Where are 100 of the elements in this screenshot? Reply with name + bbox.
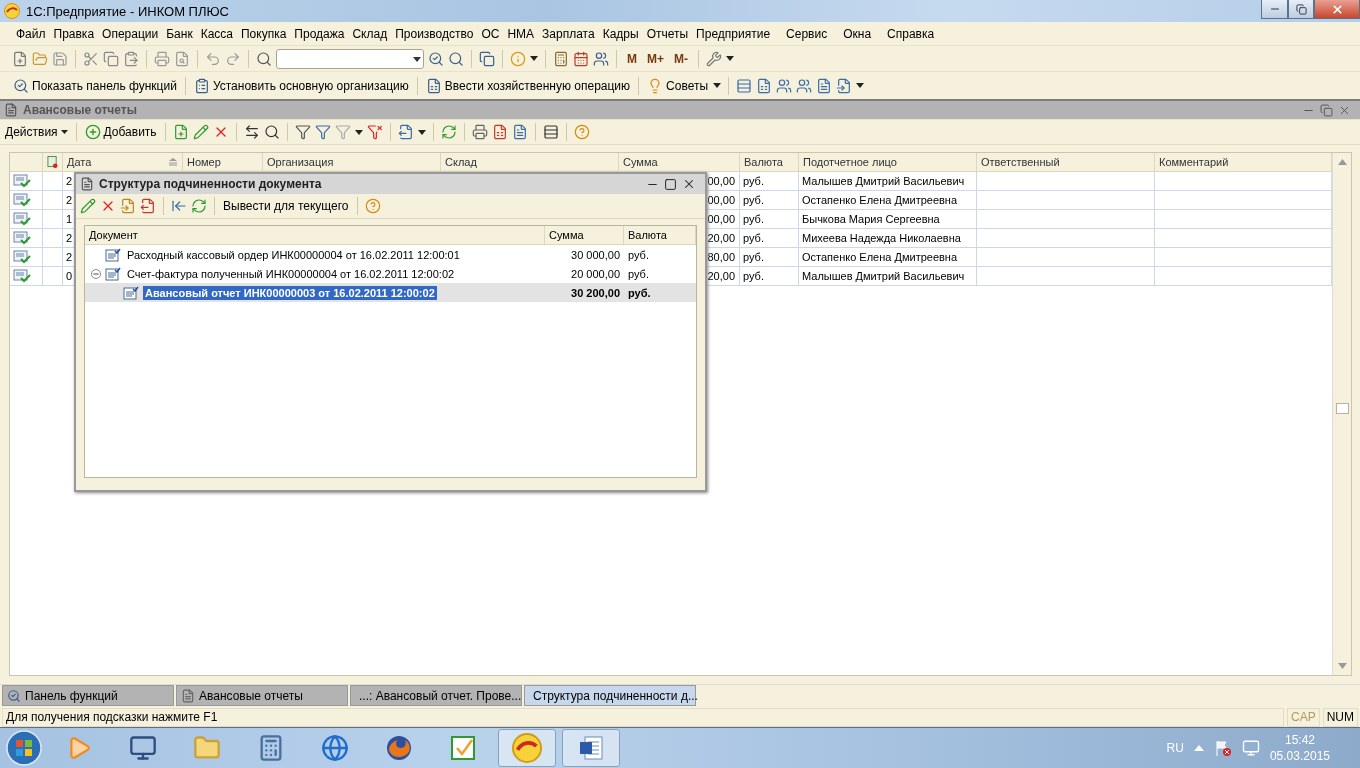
taskbar-app[interactable] bbox=[562, 729, 620, 767]
search-field[interactable] bbox=[276, 48, 424, 69]
search-icon[interactable] bbox=[256, 50, 272, 67]
close-icon[interactable] bbox=[682, 177, 696, 191]
scroll-up-icon[interactable] bbox=[1337, 159, 1347, 165]
menu-item[interactable]: Производство bbox=[395, 26, 474, 41]
filter-active-icon[interactable] bbox=[314, 124, 331, 140]
menu-item[interactable]: Правка bbox=[53, 26, 95, 41]
print-icon[interactable] bbox=[154, 50, 170, 67]
undo-icon[interactable] bbox=[205, 50, 221, 67]
help-icon[interactable] bbox=[573, 124, 590, 140]
help-icon[interactable] bbox=[364, 198, 381, 214]
window-tab[interactable]: Структура подчиненности д... bbox=[524, 685, 696, 706]
panel-icon[interactable] bbox=[13, 77, 29, 94]
restore-button[interactable] bbox=[1288, 0, 1314, 19]
user-list-icon[interactable] bbox=[796, 77, 813, 94]
add-button[interactable]: Добавить bbox=[83, 123, 158, 141]
refresh-icon[interactable] bbox=[191, 198, 207, 214]
find-icon[interactable] bbox=[263, 124, 280, 140]
calendar-icon[interactable] bbox=[573, 50, 589, 67]
collapse-icon[interactable] bbox=[91, 268, 101, 279]
text-report-icon[interactable] bbox=[816, 77, 833, 94]
menu-item[interactable]: Справка bbox=[887, 26, 935, 41]
column-header[interactable]: Сумма bbox=[619, 153, 740, 172]
post-icon[interactable] bbox=[120, 198, 136, 214]
menu-item[interactable]: Операции bbox=[102, 26, 159, 41]
refresh-icon[interactable] bbox=[440, 124, 457, 140]
menu-item[interactable]: Сервис bbox=[786, 26, 828, 41]
toolbar-button[interactable]: Показать панель функций bbox=[12, 76, 178, 95]
scrollbar[interactable] bbox=[1332, 153, 1351, 675]
pencil-icon[interactable] bbox=[80, 198, 96, 214]
scroll-down-icon[interactable] bbox=[1337, 663, 1347, 669]
menu-item[interactable]: ОС bbox=[481, 26, 500, 41]
copy-icon[interactable] bbox=[103, 50, 119, 67]
toolbar-button[interactable]: Установить основную организацию bbox=[192, 76, 410, 95]
column-header[interactable]: Дата bbox=[63, 153, 183, 172]
column-header[interactable]: Подотчетное лицо bbox=[799, 153, 977, 172]
preview-icon[interactable] bbox=[174, 50, 190, 67]
menu-item[interactable]: Кадры bbox=[602, 26, 639, 41]
column-header[interactable]: Валюта bbox=[624, 226, 696, 245]
cut-icon[interactable] bbox=[83, 50, 99, 67]
window-tab[interactable]: Панель функций bbox=[2, 685, 174, 706]
windows-icon[interactable] bbox=[479, 50, 495, 67]
toolbar-button[interactable]: Советы bbox=[646, 76, 710, 95]
taskbar-app[interactable] bbox=[498, 729, 556, 767]
menu-item[interactable]: Продажа bbox=[294, 26, 345, 41]
flag-error-icon[interactable] bbox=[1213, 739, 1232, 757]
list-icon[interactable] bbox=[511, 124, 528, 140]
toolbar-button[interactable]: Ввести хозяйственную операцию bbox=[424, 76, 632, 95]
ledger-icon[interactable] bbox=[491, 124, 508, 140]
column-header[interactable]: Валюта bbox=[740, 153, 799, 172]
show-hidden-icons-icon[interactable] bbox=[1193, 745, 1204, 751]
memory-button[interactable]: M- bbox=[671, 51, 691, 66]
column-header[interactable]: Организация bbox=[263, 153, 441, 172]
unpost-icon[interactable] bbox=[140, 198, 156, 214]
memory-button[interactable]: M+ bbox=[644, 51, 667, 66]
caret-icon[interactable] bbox=[726, 56, 734, 61]
users-icon[interactable] bbox=[593, 50, 609, 67]
user-report-icon[interactable] bbox=[776, 77, 793, 94]
import-icon[interactable] bbox=[836, 77, 853, 94]
actions-menu[interactable]: Действия bbox=[4, 124, 69, 140]
menu-item[interactable]: Предприятие bbox=[696, 26, 771, 41]
menu-item[interactable]: Зарплата bbox=[542, 26, 595, 41]
wrench-icon[interactable] bbox=[706, 50, 722, 67]
pencil-icon[interactable] bbox=[192, 124, 209, 140]
arrow-left-icon[interactable] bbox=[171, 198, 187, 214]
caret-icon[interactable] bbox=[530, 56, 538, 61]
column-header[interactable]: Комментарий bbox=[1155, 153, 1332, 172]
minimize-button[interactable] bbox=[1261, 0, 1288, 19]
maximize-icon[interactable] bbox=[664, 177, 677, 191]
tree-item[interactable]: Авансовый отчет ИНК00000003 от 16.02.2011 12:00:02 bbox=[143, 285, 437, 300]
close-button[interactable] bbox=[1314, 0, 1360, 19]
restore-icon[interactable] bbox=[1320, 103, 1333, 117]
clipboard-icon[interactable] bbox=[193, 77, 210, 94]
export-icon[interactable] bbox=[397, 124, 414, 140]
network-icon[interactable] bbox=[1241, 739, 1260, 757]
menu-item[interactable]: Банк bbox=[166, 26, 193, 41]
caret-icon[interactable] bbox=[354, 129, 363, 135]
new-document-icon[interactable] bbox=[12, 50, 28, 67]
menu-item[interactable]: Отчеты bbox=[646, 26, 689, 41]
column-header[interactable]: Сумма bbox=[545, 226, 624, 245]
print-icon[interactable] bbox=[471, 124, 488, 140]
column-header[interactable]: Документ bbox=[85, 226, 545, 245]
window-tab[interactable]: Авансовые отчеты bbox=[176, 685, 348, 706]
menu-item[interactable]: Покупка bbox=[241, 26, 287, 41]
columns-icon[interactable] bbox=[542, 124, 559, 140]
clear-filter-icon[interactable] bbox=[366, 124, 383, 140]
caret-icon[interactable] bbox=[417, 129, 426, 135]
save-icon[interactable] bbox=[52, 50, 68, 67]
calculator-icon[interactable] bbox=[553, 50, 569, 67]
menu-item[interactable]: Склад bbox=[352, 26, 388, 41]
find-previous-icon[interactable] bbox=[448, 50, 464, 67]
column-header[interactable] bbox=[43, 153, 63, 172]
column-header[interactable]: Ответственный bbox=[977, 153, 1155, 172]
menu-item[interactable]: НМА bbox=[507, 26, 535, 41]
interval-icon[interactable] bbox=[243, 124, 260, 140]
scroll-thumb[interactable] bbox=[1336, 403, 1349, 414]
redo-icon[interactable] bbox=[225, 50, 241, 67]
sort-icon[interactable] bbox=[168, 158, 178, 166]
journal-icon[interactable] bbox=[425, 77, 442, 94]
